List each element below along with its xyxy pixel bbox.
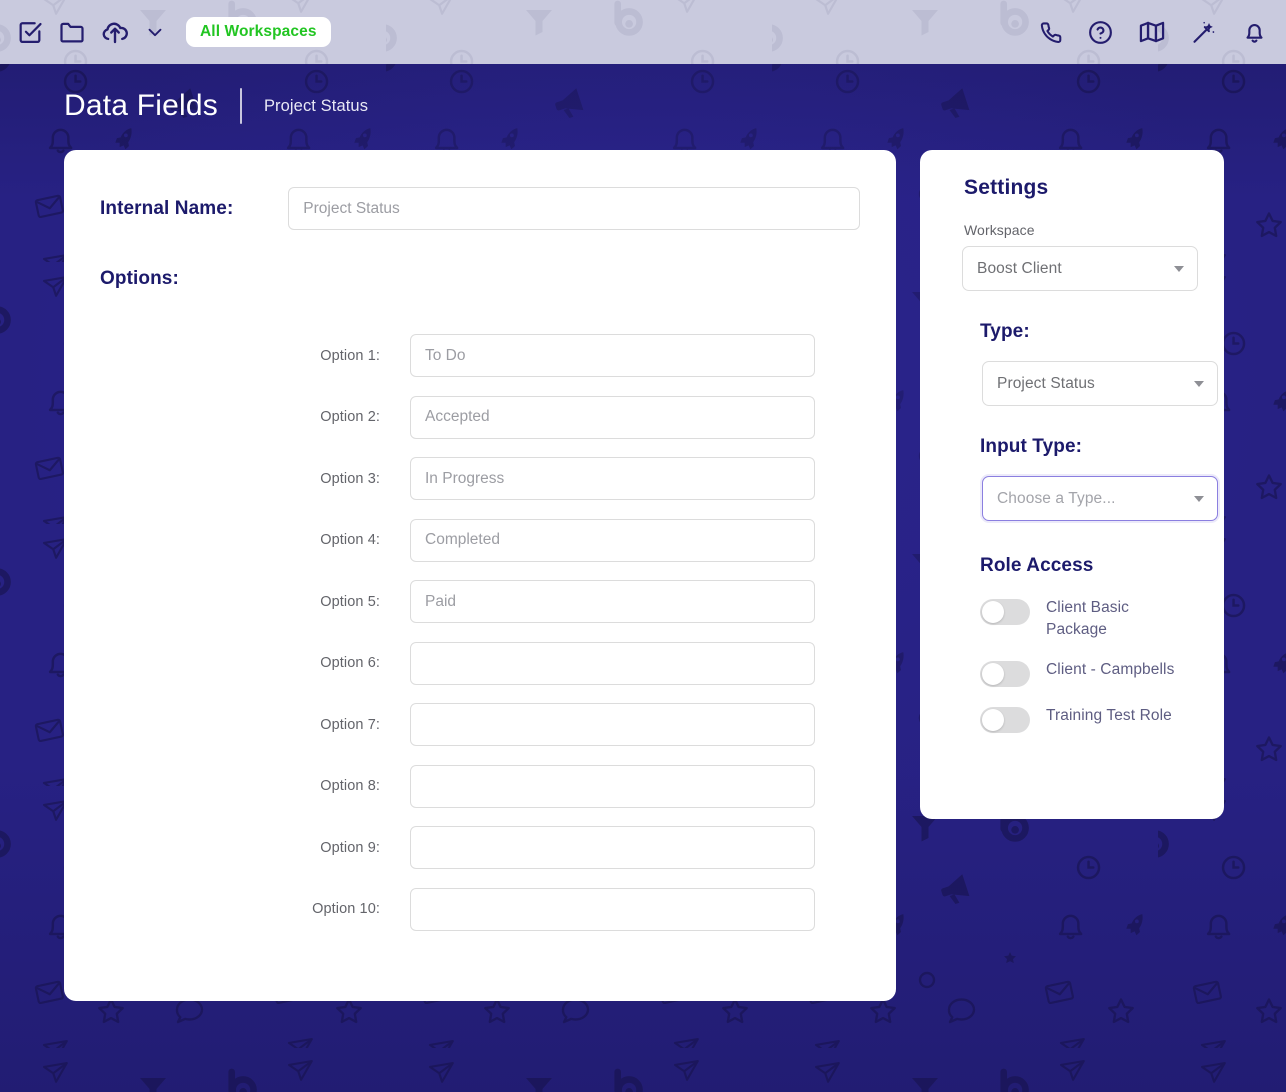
page-subtitle: Project Status <box>263 96 369 115</box>
internal-name-input-wrap <box>288 187 860 230</box>
options-list: Option 1: Option 2: Option 3: Option 4: Opti… <box>100 334 860 931</box>
settings-title: Settings <box>964 176 1049 199</box>
page-heading: Data Fields Project Status <box>64 88 368 124</box>
toggle-knob <box>982 709 1004 731</box>
option-input-3[interactable] <box>410 457 815 500</box>
option-label: Option 8: <box>320 778 380 794</box>
option-row: Option 4: <box>100 518 860 562</box>
option-input-7[interactable] <box>410 703 815 746</box>
option-label: Option 3: <box>320 470 380 487</box>
toggle-knob <box>982 601 1004 623</box>
option-input-wrap <box>410 518 815 562</box>
option-row: Option 3: <box>100 457 860 500</box>
type-select[interactable]: Project Status <box>982 361 1218 406</box>
option-input-2[interactable] <box>410 395 815 439</box>
workspace-select[interactable]: Boost Client <box>962 246 1198 291</box>
app-root: All Workspaces Data Fields Project Statu… <box>0 0 1286 1092</box>
internal-name-label: Internal Name: <box>100 197 234 219</box>
role-access-heading: Role Access <box>980 555 1094 576</box>
workspace-label: Workspace <box>964 222 1035 238</box>
role-access-label: Client - Campbells <box>1046 661 1175 678</box>
option-input-wrap <box>410 641 815 685</box>
all-workspaces-button[interactable]: All Workspaces <box>186 17 331 47</box>
bell-icon[interactable] <box>1241 19 1268 46</box>
option-input-wrap <box>410 334 815 377</box>
option-input-wrap <box>410 826 815 869</box>
role-toggle-2[interactable] <box>980 661 1030 687</box>
checkbox-check-icon[interactable] <box>16 18 44 46</box>
option-input-10[interactable] <box>410 887 815 931</box>
options-label: Options: <box>100 268 179 289</box>
role-access-label: Training Test Role <box>1046 707 1172 724</box>
option-input-8[interactable] <box>410 764 815 808</box>
help-circle-icon[interactable] <box>1087 19 1114 46</box>
internal-name-row: Internal Name: <box>100 187 860 230</box>
option-label: Option 9: <box>320 839 380 856</box>
option-input-4[interactable] <box>410 518 815 562</box>
top-bar-left-group: All Workspaces <box>16 17 331 47</box>
option-label: Option 10: <box>312 901 380 917</box>
map-icon[interactable] <box>1138 18 1166 46</box>
chevron-down-icon <box>1194 380 1204 387</box>
folder-icon[interactable] <box>58 18 86 46</box>
settings-card: Settings Workspace Boost Client Type: Pr… <box>920 150 1224 819</box>
option-input-wrap <box>410 703 815 746</box>
role-toggle-1[interactable] <box>980 599 1030 625</box>
phone-icon[interactable] <box>1037 19 1063 45</box>
option-input-9[interactable] <box>410 826 815 869</box>
role-toggle-3[interactable] <box>980 707 1030 733</box>
toggle-knob <box>982 663 1004 685</box>
page-title: Data Fields <box>64 89 218 122</box>
heading-divider <box>239 88 242 124</box>
cloud-upload-icon[interactable] <box>100 17 130 47</box>
option-label: Option 6: <box>320 655 380 671</box>
option-input-wrap <box>410 395 815 439</box>
input-type-select-value: Choose a Type... <box>997 489 1116 507</box>
type-heading: Type: <box>980 321 1030 342</box>
workspace-select-value: Boost Client <box>977 259 1062 277</box>
chevron-down-icon <box>1194 495 1204 502</box>
input-type-select[interactable]: Choose a Type... <box>982 476 1218 521</box>
option-row: Option 9: <box>100 826 860 869</box>
top-bar: All Workspaces <box>0 0 1286 64</box>
option-input-wrap <box>410 764 815 808</box>
option-label: Option 2: <box>320 409 380 425</box>
role-access-row: Client - Campbells <box>980 659 1194 687</box>
option-input-wrap <box>410 457 815 500</box>
option-row: Option 10: <box>100 887 860 931</box>
role-access-list: Client Basic Package Client - Campbells Tr… <box>980 597 1194 733</box>
option-label: Option 7: <box>320 716 380 733</box>
option-row: Option 7: <box>100 703 860 746</box>
option-input-wrap <box>410 580 815 623</box>
magic-wand-icon[interactable] <box>1190 19 1217 46</box>
option-label: Option 1: <box>320 347 380 364</box>
option-row: Option 6: <box>100 641 860 685</box>
option-row: Option 1: <box>100 334 860 377</box>
top-bar-right-group <box>1037 18 1268 46</box>
data-field-form-card: Internal Name: Options: Option 1:Option … <box>64 150 896 1001</box>
option-input-wrap <box>410 887 815 931</box>
internal-name-input[interactable] <box>288 187 860 230</box>
option-row: Option 8: <box>100 764 860 808</box>
option-input-6[interactable] <box>410 641 815 685</box>
option-input-1[interactable] <box>410 334 815 377</box>
chevron-down-icon <box>1174 265 1184 272</box>
chevron-down-icon[interactable] <box>144 21 166 43</box>
role-access-row: Training Test Role <box>980 705 1194 733</box>
option-label: Option 5: <box>320 593 380 610</box>
input-type-heading: Input Type: <box>980 436 1083 457</box>
option-label: Option 4: <box>320 532 380 548</box>
option-input-5[interactable] <box>410 580 815 623</box>
role-access-row: Client Basic Package <box>980 597 1194 641</box>
role-access-label: Client Basic Package <box>1046 599 1130 638</box>
option-row: Option 5: <box>100 580 860 623</box>
type-select-value: Project Status <box>997 374 1095 392</box>
option-row: Option 2: <box>100 395 860 439</box>
